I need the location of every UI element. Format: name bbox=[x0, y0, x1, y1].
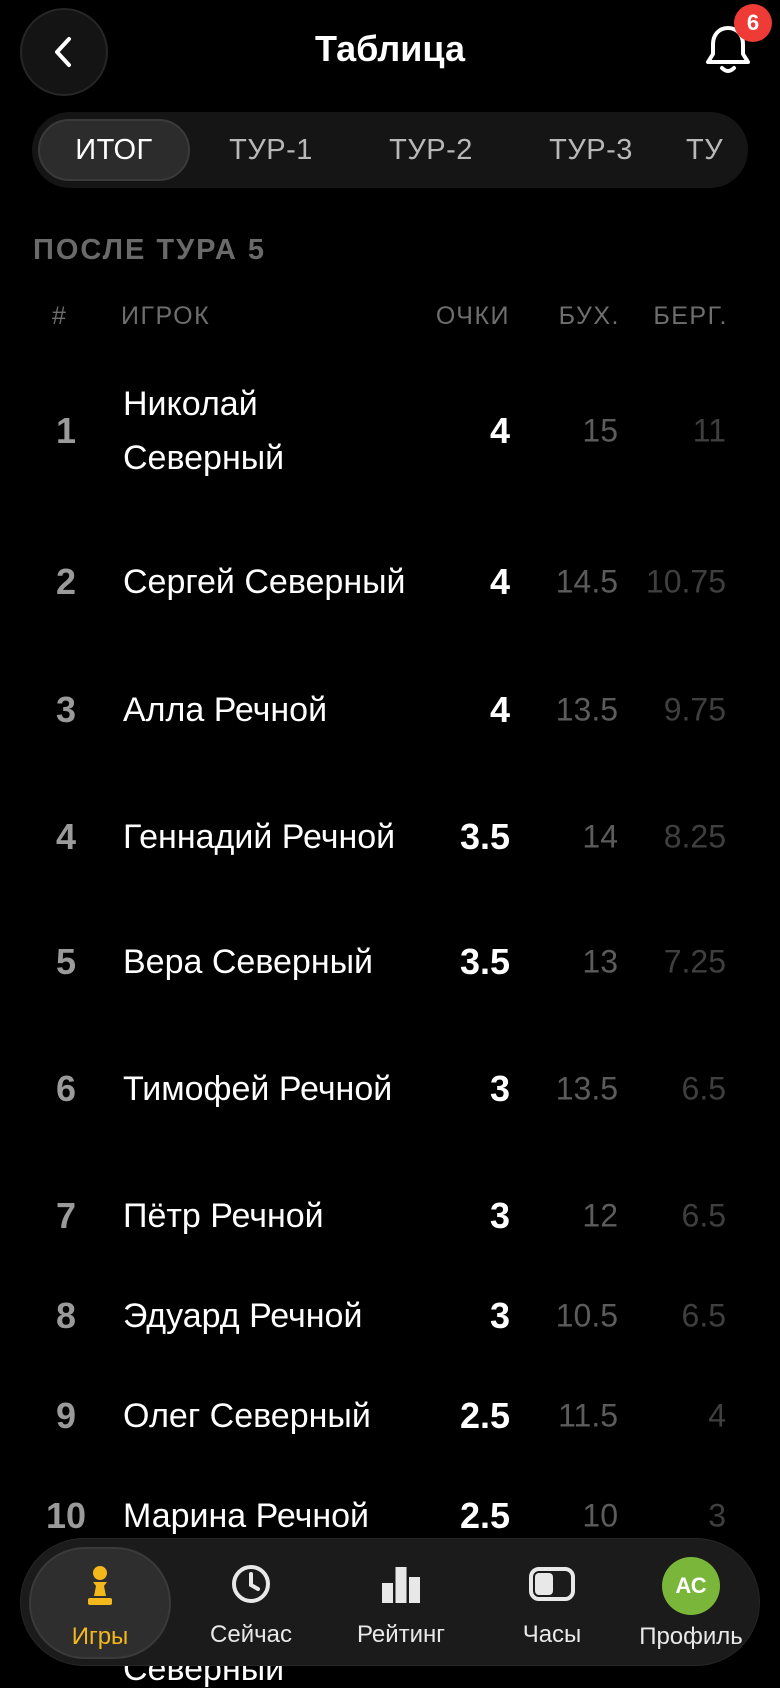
nav-profile[interactable]: АС Профиль bbox=[621, 1539, 761, 1667]
table-row[interactable]: 7 Пётр Речной 3 12 6.5 bbox=[0, 1166, 780, 1266]
chess-clock-icon bbox=[529, 1561, 575, 1607]
buchholz: 13.5 bbox=[555, 1070, 618, 1107]
rank: 5 bbox=[55, 941, 77, 982]
table-row[interactable]: 5 Вера Северный 3.5 13 7.25 bbox=[0, 912, 780, 1012]
nav-games[interactable]: Игры bbox=[29, 1547, 171, 1659]
rank: 9 bbox=[55, 1395, 77, 1436]
points: 4 bbox=[489, 561, 510, 602]
nav-now-label: Сейчас bbox=[210, 1621, 292, 1648]
column-header-points: ОЧКИ bbox=[435, 302, 510, 330]
rank: 4 bbox=[55, 816, 77, 857]
rank: 7 bbox=[55, 1195, 77, 1236]
nav-games-label: Игры bbox=[71, 1623, 129, 1650]
player-name: Николай Северный bbox=[123, 385, 285, 477]
player-name: Вера Северный bbox=[123, 943, 374, 981]
tab-round-2[interactable]: ТУР-2 bbox=[352, 119, 510, 181]
player-name: Марина Речной bbox=[123, 1497, 370, 1535]
rank: 1 bbox=[55, 410, 77, 451]
table-row[interactable]: 6 Тимофей Речной 3 13.5 6.5 bbox=[0, 1008, 780, 1170]
berger: 9.75 bbox=[663, 691, 726, 728]
table-row[interactable]: 3 Алла Речной 4 13.5 9.75 bbox=[0, 660, 780, 760]
buchholz: 15 bbox=[582, 412, 618, 449]
pawn-icon bbox=[77, 1563, 123, 1609]
berger: 10.75 bbox=[645, 563, 726, 600]
buchholz: 10 bbox=[582, 1497, 618, 1534]
nav-rating-label: Рейтинг bbox=[356, 1621, 446, 1648]
buchholz: 12 bbox=[582, 1197, 618, 1234]
points: 3 bbox=[489, 1068, 510, 1109]
column-header-num: # bbox=[52, 302, 68, 330]
tab-round-3[interactable]: ТУР-3 bbox=[510, 119, 672, 181]
points: 4 bbox=[489, 410, 510, 451]
berger: 3 bbox=[708, 1497, 726, 1534]
player-name: Алла Речной bbox=[123, 691, 328, 729]
page-title: Таблица bbox=[314, 28, 466, 69]
berger: 4 bbox=[708, 1397, 726, 1434]
points: 3.5 bbox=[459, 941, 510, 982]
nav-profile-label: Профиль bbox=[639, 1623, 743, 1650]
table-row[interactable]: 4 Геннадий Речной 3.5 14 8.25 bbox=[0, 756, 780, 918]
buchholz: 14 bbox=[582, 818, 618, 855]
header: Таблица 6 bbox=[0, 0, 780, 100]
berger: 6.5 bbox=[681, 1197, 726, 1234]
buchholz: 13 bbox=[582, 943, 618, 980]
nav-rating[interactable]: Рейтинг bbox=[326, 1539, 476, 1667]
player-name: Олег Северный bbox=[123, 1397, 371, 1435]
table-row[interactable]: 8 Эдуард Речной 3 10.5 6.5 bbox=[0, 1266, 780, 1366]
bottom-nav: Игры Сейчас Рейтинг Часы АС Профиль bbox=[20, 1538, 760, 1666]
player-name: Эдуард Речной bbox=[123, 1297, 363, 1335]
tab-round-1[interactable]: ТУР-1 bbox=[190, 119, 352, 181]
berger: 8.25 bbox=[663, 818, 726, 855]
nav-clock-label: Часы bbox=[522, 1621, 582, 1648]
round-tabs: ИТОГ ТУР-1 ТУР-2 ТУР-3 ТУ bbox=[32, 112, 748, 188]
nav-clock[interactable]: Часы bbox=[487, 1539, 617, 1667]
clock-icon bbox=[228, 1561, 274, 1607]
berger: 7.25 bbox=[663, 943, 726, 980]
berger: 6.5 bbox=[681, 1297, 726, 1334]
rank: 2 bbox=[55, 561, 77, 602]
player-name: Пётр Речной bbox=[123, 1197, 324, 1235]
nav-now[interactable]: Сейчас bbox=[186, 1539, 316, 1667]
buchholz: 13.5 bbox=[555, 691, 618, 728]
column-header-player: ИГРОК bbox=[121, 302, 211, 330]
points: 3 bbox=[489, 1295, 510, 1336]
table-row[interactable]: 2 Сергей Северный 4 14.5 10.75 bbox=[0, 501, 780, 663]
points: 2.5 bbox=[459, 1495, 510, 1536]
notification-badge: 6 bbox=[734, 4, 772, 42]
rank: 8 bbox=[55, 1295, 77, 1336]
berger: 6.5 bbox=[681, 1070, 726, 1107]
table-row[interactable]: 9 Олег Северный 2.5 11.5 4 bbox=[0, 1366, 780, 1466]
points: 2.5 bbox=[459, 1395, 510, 1436]
tab-round-4[interactable]: ТУ bbox=[672, 119, 748, 181]
buchholz: 14.5 bbox=[555, 563, 618, 600]
table-row[interactable]: 1 Николай Северный 4 15 11 bbox=[0, 350, 780, 512]
bar-chart-icon bbox=[378, 1561, 424, 1607]
column-header-berger: БЕРГ. bbox=[653, 302, 728, 330]
points: 3.5 bbox=[459, 816, 510, 857]
player-name: Геннадий Речной bbox=[123, 818, 396, 856]
avatar: АС bbox=[662, 1557, 720, 1615]
buchholz: 10.5 bbox=[555, 1297, 618, 1334]
player-name: Сергей Северный bbox=[123, 563, 406, 601]
section-title: ПОСЛЕ ТУРА 5 bbox=[33, 234, 267, 266]
rank: 3 bbox=[55, 689, 77, 730]
berger: 11 bbox=[692, 412, 726, 449]
column-header-buchholz: БУХ. bbox=[558, 302, 620, 330]
rank: 10 bbox=[45, 1495, 87, 1536]
tab-total[interactable]: ИТОГ bbox=[38, 119, 190, 181]
buchholz: 11.5 bbox=[558, 1397, 618, 1434]
points: 3 bbox=[489, 1195, 510, 1236]
player-name: Тимофей Речной bbox=[123, 1070, 393, 1108]
rank: 6 bbox=[55, 1068, 77, 1109]
points: 4 bbox=[489, 689, 510, 730]
